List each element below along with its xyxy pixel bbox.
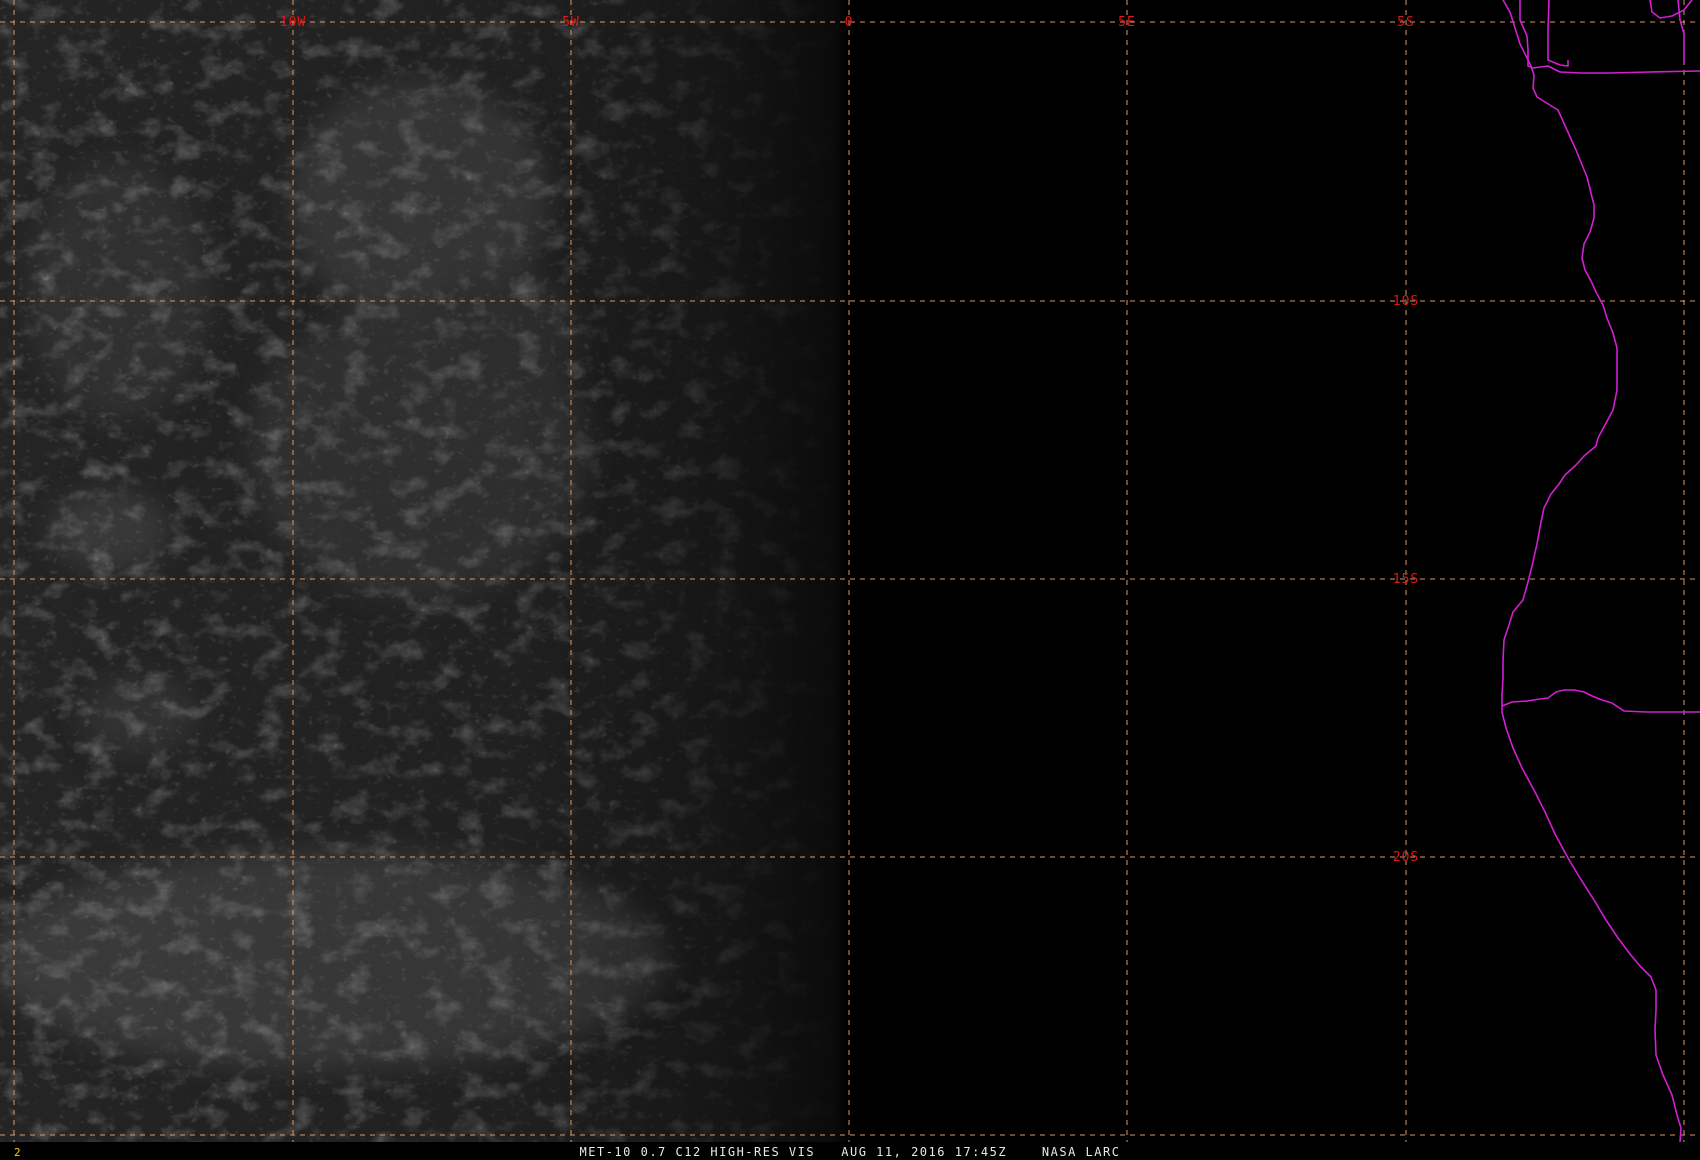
satellite-imagery — [0, 0, 1700, 1142]
lon-label-0: 0 — [845, 15, 854, 30]
status-bar: 2 MET-10 0.7 C12 HIGH-RES VIS AUG 11, 20… — [0, 1142, 1700, 1160]
lon-label-5e: 5E — [1118, 15, 1136, 30]
lat-label-20s: 20S — [1393, 850, 1419, 865]
image-caption: MET-10 0.7 C12 HIGH-RES VIS AUG 11, 2016… — [579, 1145, 1121, 1159]
lat-label-5s: 5S — [1397, 15, 1415, 30]
lon-label-10w: 10W — [280, 15, 306, 30]
lat-label-15s: 15S — [1393, 572, 1419, 587]
lat-label-10s: 10S — [1393, 294, 1419, 309]
satellite-map[interactable]: 10W 5W 0 5E 5S 10S 15S 20S — [0, 0, 1700, 1160]
lon-label-5w: 5W — [562, 15, 580, 30]
